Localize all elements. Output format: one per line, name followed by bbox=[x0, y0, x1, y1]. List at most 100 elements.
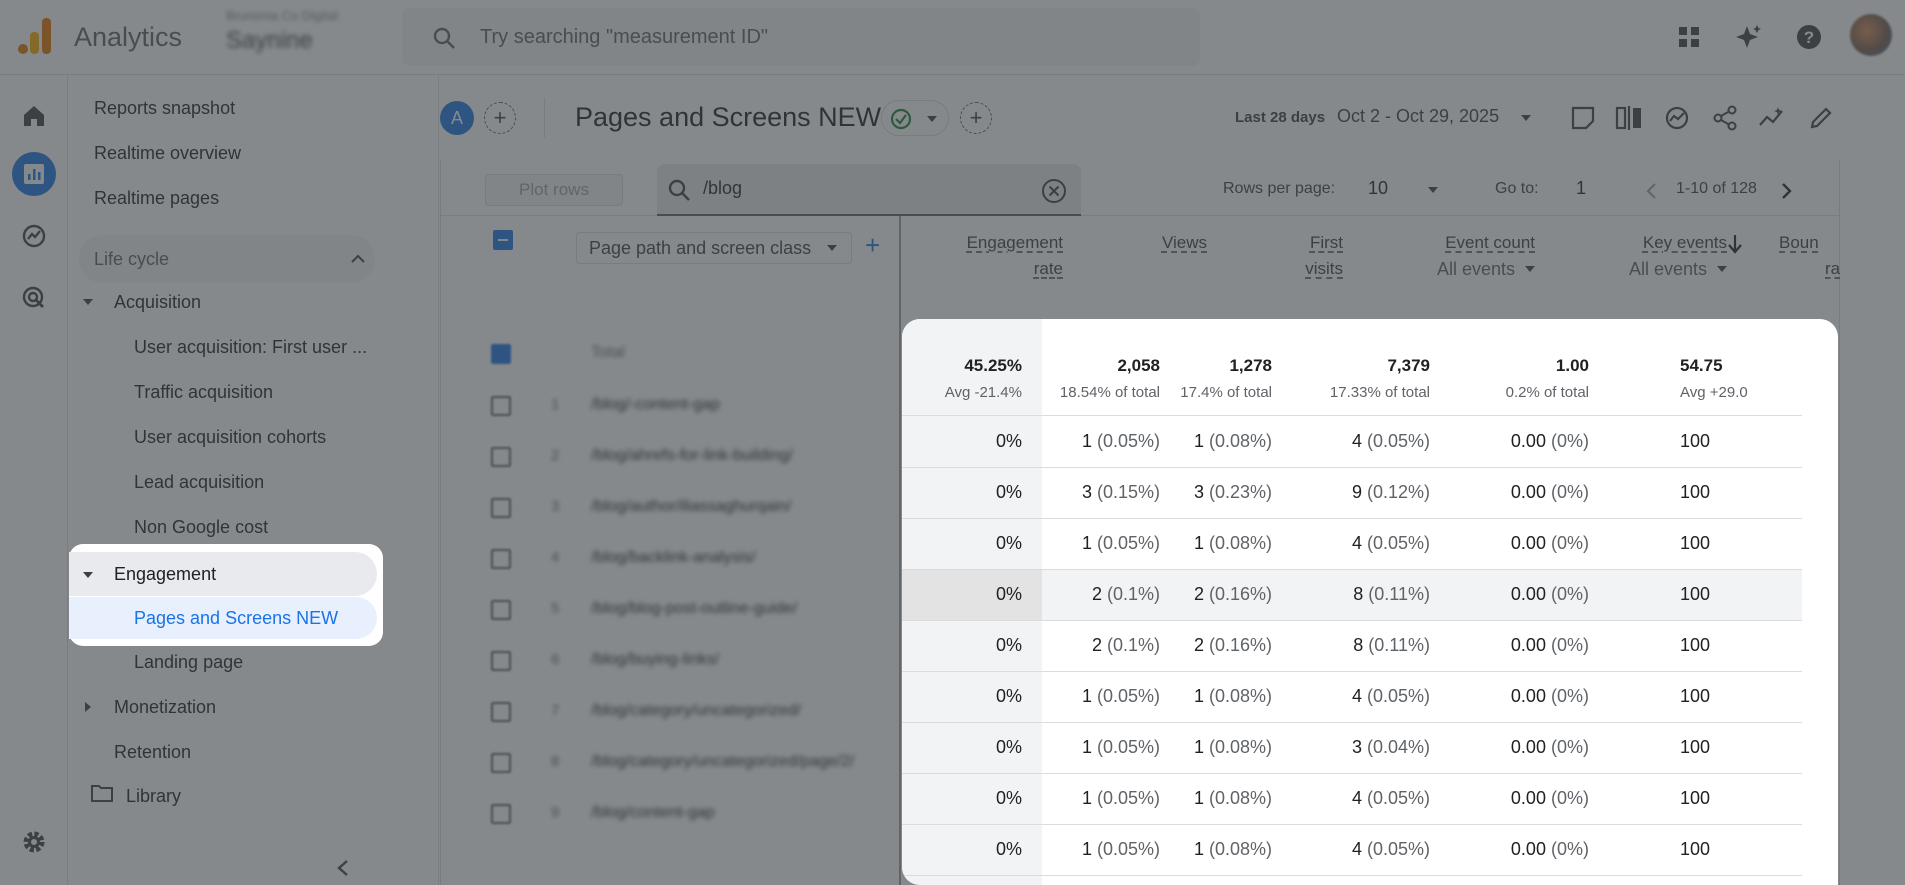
sparkle-insights-icon[interactable] bbox=[1732, 20, 1766, 54]
add-comparison-button[interactable]: + bbox=[484, 102, 516, 134]
analytics-logo-icon[interactable] bbox=[18, 18, 52, 54]
collapse-nav-chevron-icon[interactable] bbox=[336, 860, 350, 876]
insights-trend-icon[interactable] bbox=[1662, 103, 1692, 133]
add-dimension-button[interactable]: + bbox=[865, 230, 880, 261]
metric-cell: 2 (0.16%) bbox=[1193, 584, 1272, 604]
page-range-text: 1-10 of 128 bbox=[1676, 180, 1757, 197]
col-bounce-rate[interactable]: Boun ra bbox=[1759, 230, 1841, 282]
search-bar[interactable] bbox=[402, 8, 1200, 66]
dimension-row[interactable]: 5/blog/blog-post-outline-guide/ bbox=[486, 596, 886, 626]
nav-realtime-overview[interactable]: Realtime overview bbox=[94, 143, 241, 164]
col-views[interactable]: Views bbox=[1081, 230, 1207, 256]
key-events-filter[interactable]: All events bbox=[1535, 256, 1727, 282]
search-input[interactable] bbox=[480, 20, 1160, 54]
nav-traffic-acquisition[interactable]: Traffic acquisition bbox=[134, 382, 273, 403]
rows-per-page-select[interactable]: 10 bbox=[1368, 178, 1388, 199]
nav-lead-acquisition[interactable]: Lead acquisition bbox=[134, 472, 264, 493]
nav-landing-page[interactable]: Landing page bbox=[134, 652, 243, 673]
rows-dropdown-arrow-icon[interactable] bbox=[1427, 186, 1439, 194]
table-row[interactable]: 0% 2 (0.1%) 2 (0.16%) 8 (0.11%) 0.00 (0%) 100 bbox=[902, 570, 1802, 621]
previous-page-icon[interactable] bbox=[1645, 182, 1657, 200]
dimension-row[interactable]: 3/blog/author/iliassaghurqain/ bbox=[486, 494, 886, 524]
admin-settings-gear-icon[interactable] bbox=[12, 820, 56, 864]
nav-monetization[interactable]: Monetization bbox=[114, 697, 216, 718]
table-row[interactable]: 0% 1 (0.05%) 1 (0.08%) 4 (0.05%) 0.00 (0%) 10… bbox=[902, 519, 1802, 570]
nav-retention[interactable]: Retention bbox=[114, 742, 191, 763]
home-icon[interactable] bbox=[12, 94, 56, 138]
plot-rows-button[interactable]: Plot rows bbox=[485, 174, 623, 206]
row-checkbox[interactable] bbox=[491, 651, 511, 671]
dimension-row[interactable]: 4/blog/backlink-analysis/ bbox=[486, 545, 886, 575]
nav-non-google-cost[interactable]: Non Google cost bbox=[134, 517, 268, 538]
add-report-button[interactable]: + bbox=[960, 102, 992, 134]
dimension-row[interactable]: 1/blog/-content-gap bbox=[486, 392, 886, 422]
rows-per-page-label: Rows per page: bbox=[1223, 180, 1336, 197]
table-row[interactable]: 0% 3 (0.15%) 3 (0.23%) 9 (0.12%) 0.00 (0%) 10… bbox=[902, 468, 1802, 519]
event-count-filter[interactable]: All events bbox=[1343, 256, 1535, 282]
table-search-filter[interactable]: /blog bbox=[657, 164, 1081, 216]
clear-filter-icon[interactable] bbox=[1041, 178, 1067, 204]
row-checkbox[interactable] bbox=[491, 498, 511, 518]
sort-descending-arrow-icon[interactable] bbox=[1727, 234, 1743, 254]
account-picker[interactable]: Brunonia Co Digital Saynine bbox=[226, 8, 391, 62]
engagement-caret-down-icon bbox=[83, 572, 93, 578]
go-to-input[interactable]: 1 bbox=[1576, 178, 1586, 199]
nav-realtime-pages[interactable]: Realtime pages bbox=[94, 188, 219, 209]
comparison-avatar[interactable]: A bbox=[440, 101, 474, 135]
row-checkbox[interactable] bbox=[491, 549, 511, 569]
dimension-row[interactable]: 8/blog/category/uncategorized/page/2/ bbox=[486, 749, 886, 779]
share-icon[interactable] bbox=[1710, 103, 1740, 133]
compare-columns-icon[interactable] bbox=[1614, 103, 1644, 133]
report-status-dropdown[interactable] bbox=[881, 100, 949, 136]
help-icon[interactable]: ? bbox=[1792, 20, 1826, 54]
table-row[interactable]: 0% 1 (0.05%) 1 (0.08%) 4 (0.05%) 0.00 (0%) 10… bbox=[902, 417, 1802, 468]
nav-user-acquisition[interactable]: User acquisition: First user ... bbox=[134, 337, 367, 358]
row-checkbox[interactable] bbox=[491, 804, 511, 824]
dimension-row[interactable]: 2/blog/ahrefs-for-link-building/ bbox=[486, 443, 886, 473]
col-event-count[interactable]: Event count All events bbox=[1343, 230, 1535, 282]
nav-reports-snapshot[interactable]: Reports snapshot bbox=[94, 98, 235, 119]
dimension-row[interactable]: 9/blog/content-gap bbox=[486, 800, 886, 830]
col-key-events[interactable]: Key events All events bbox=[1535, 230, 1727, 282]
nav-acquisition[interactable]: Acquisition bbox=[114, 292, 201, 313]
filter-value[interactable]: /blog bbox=[703, 178, 742, 199]
table-row[interactable]: 0% 1 (0.05%) 1 (0.08%) 4 (0.05%) 0.00 (0%) 10… bbox=[902, 672, 1802, 723]
caret-down-icon[interactable] bbox=[83, 299, 93, 305]
row-checkbox[interactable] bbox=[491, 600, 511, 620]
metric-cell: 100 bbox=[1680, 533, 1711, 553]
reports-icon[interactable] bbox=[12, 152, 56, 196]
dimension-row[interactable]: 7/blog/category/uncategorized/ bbox=[486, 698, 886, 728]
next-page-icon[interactable] bbox=[1781, 182, 1793, 200]
explore-icon[interactable] bbox=[12, 214, 56, 258]
anomaly-sparkline-icon[interactable] bbox=[1758, 103, 1788, 133]
dimension-row[interactable]: 6/blog/buying-links/ bbox=[486, 647, 886, 677]
row-checkbox[interactable] bbox=[491, 447, 511, 467]
col-first-visits[interactable]: First visits bbox=[1207, 230, 1343, 282]
metrics-table-scroll[interactable]: 45.25% Avg -21.4% 2,058 18.54% of total 1,27… bbox=[902, 319, 1802, 885]
insights-note-icon[interactable] bbox=[1568, 103, 1598, 133]
section-life-cycle[interactable]: Life cycle bbox=[79, 235, 375, 283]
nav-library[interactable]: Library bbox=[126, 786, 181, 807]
nav-pages-and-screens[interactable]: Pages and Screens NEW bbox=[69, 597, 377, 639]
row-checkbox[interactable] bbox=[491, 396, 511, 416]
row-checkbox[interactable] bbox=[491, 753, 511, 773]
date-dropdown-arrow-icon[interactable] bbox=[1520, 114, 1532, 122]
nav-engagement[interactable]: Engagement bbox=[69, 552, 377, 596]
advertising-icon[interactable] bbox=[12, 276, 56, 320]
nav-user-acquisition-cohorts[interactable]: User acquisition cohorts bbox=[134, 427, 326, 448]
table-row[interactable]: 0% 2 (0.1%) 2 (0.16%) 8 (0.11%) 0.00 (0%) 100 bbox=[902, 621, 1802, 672]
select-all-checkbox[interactable] bbox=[493, 230, 513, 250]
caret-right-icon[interactable] bbox=[85, 702, 91, 712]
total-checkbox[interactable] bbox=[491, 344, 511, 364]
metric-cell: 1 (0.05%) bbox=[1081, 737, 1160, 757]
table-row[interactable]: 0% 1 (0.05%) 1 (0.08%) 4 (0.05%) 0.00 (0%) 10… bbox=[902, 825, 1802, 876]
date-range-picker[interactable]: Oct 2 - Oct 29, 2025 bbox=[1337, 106, 1499, 127]
row-checkbox[interactable] bbox=[491, 702, 511, 722]
dimension-selector[interactable]: Page path and screen class bbox=[576, 232, 852, 264]
user-avatar[interactable] bbox=[1850, 14, 1892, 56]
edit-pencil-icon[interactable] bbox=[1806, 103, 1836, 133]
table-row[interactable]: 0% 1 (0.05%) 1 (0.08%) 4 (0.05%) 0.00 (0%) 10… bbox=[902, 774, 1802, 825]
col-engagement-rate[interactable]: Engagement rate bbox=[901, 230, 1063, 282]
table-row[interactable]: 0% 1 (0.05%) 1 (0.08%) 3 (0.04%) 0.00 (0%) 10… bbox=[902, 723, 1802, 774]
apps-grid-icon[interactable] bbox=[1672, 20, 1706, 54]
